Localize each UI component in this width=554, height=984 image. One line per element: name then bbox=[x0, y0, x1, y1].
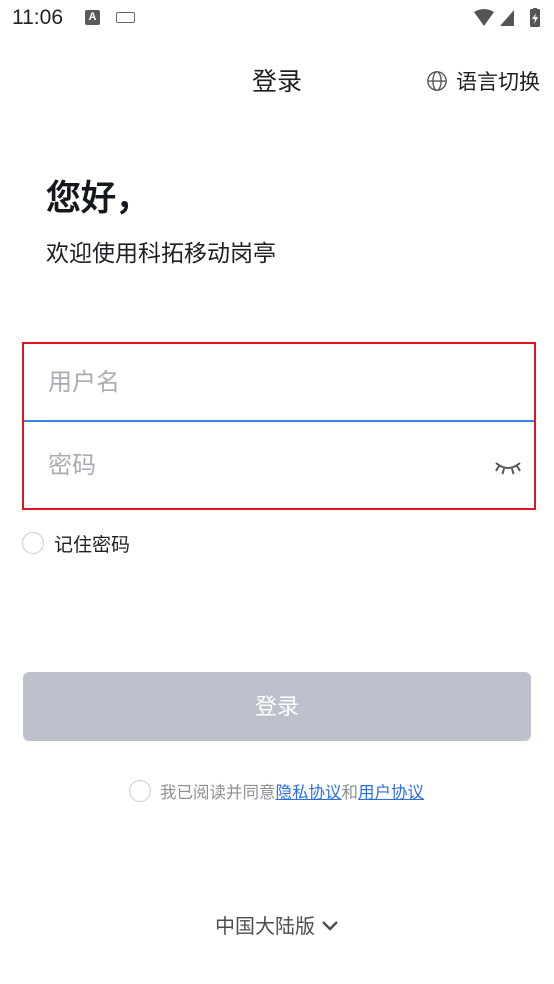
signal-battery-icons bbox=[474, 8, 540, 27]
remember-password-label: 记住密码 bbox=[54, 533, 131, 556]
welcome-text: 欢迎使用科拓移动岗亭 bbox=[46, 241, 276, 267]
greeting-heading: 您好， bbox=[46, 179, 152, 219]
region-selector[interactable]: 中国大陆版 bbox=[0, 910, 554, 939]
status-bar: 11:06 A bbox=[0, 0, 554, 38]
login-form bbox=[22, 342, 536, 510]
status-time: 11:06 bbox=[12, 6, 63, 29]
agreement-row: 我已阅读并同意 隐私协议和用户协议 bbox=[129, 779, 424, 803]
remember-password-checkbox[interactable]: 记住密码 bbox=[22, 530, 130, 556]
keyboard-icon bbox=[116, 12, 135, 23]
username-field-container bbox=[24, 344, 534, 422]
globe-icon bbox=[427, 71, 447, 91]
agreement-prefix: 我已阅读并同意 bbox=[160, 783, 276, 802]
region-label: 中国大陆版 bbox=[215, 914, 315, 938]
user-agreement-link[interactable]: 用户协议 bbox=[358, 779, 424, 803]
language-switch-label: 语言切换 bbox=[456, 70, 540, 94]
agreement-radio[interactable] bbox=[129, 780, 151, 802]
chevron-down-icon bbox=[322, 921, 338, 931]
agreement-conjunction: 和 bbox=[341, 783, 359, 802]
username-input[interactable] bbox=[48, 344, 488, 420]
password-input[interactable] bbox=[48, 422, 488, 508]
language-switch-button[interactable]: 语言切换 bbox=[426, 67, 540, 95]
notification-a-icon: A bbox=[85, 10, 100, 25]
remember-password-radio[interactable] bbox=[22, 532, 44, 554]
password-field-container bbox=[24, 422, 534, 508]
privacy-policy-link[interactable]: 隐私协议 bbox=[276, 779, 342, 803]
eye-closed-icon[interactable] bbox=[494, 457, 522, 477]
login-button[interactable]: 登录 bbox=[23, 672, 531, 741]
